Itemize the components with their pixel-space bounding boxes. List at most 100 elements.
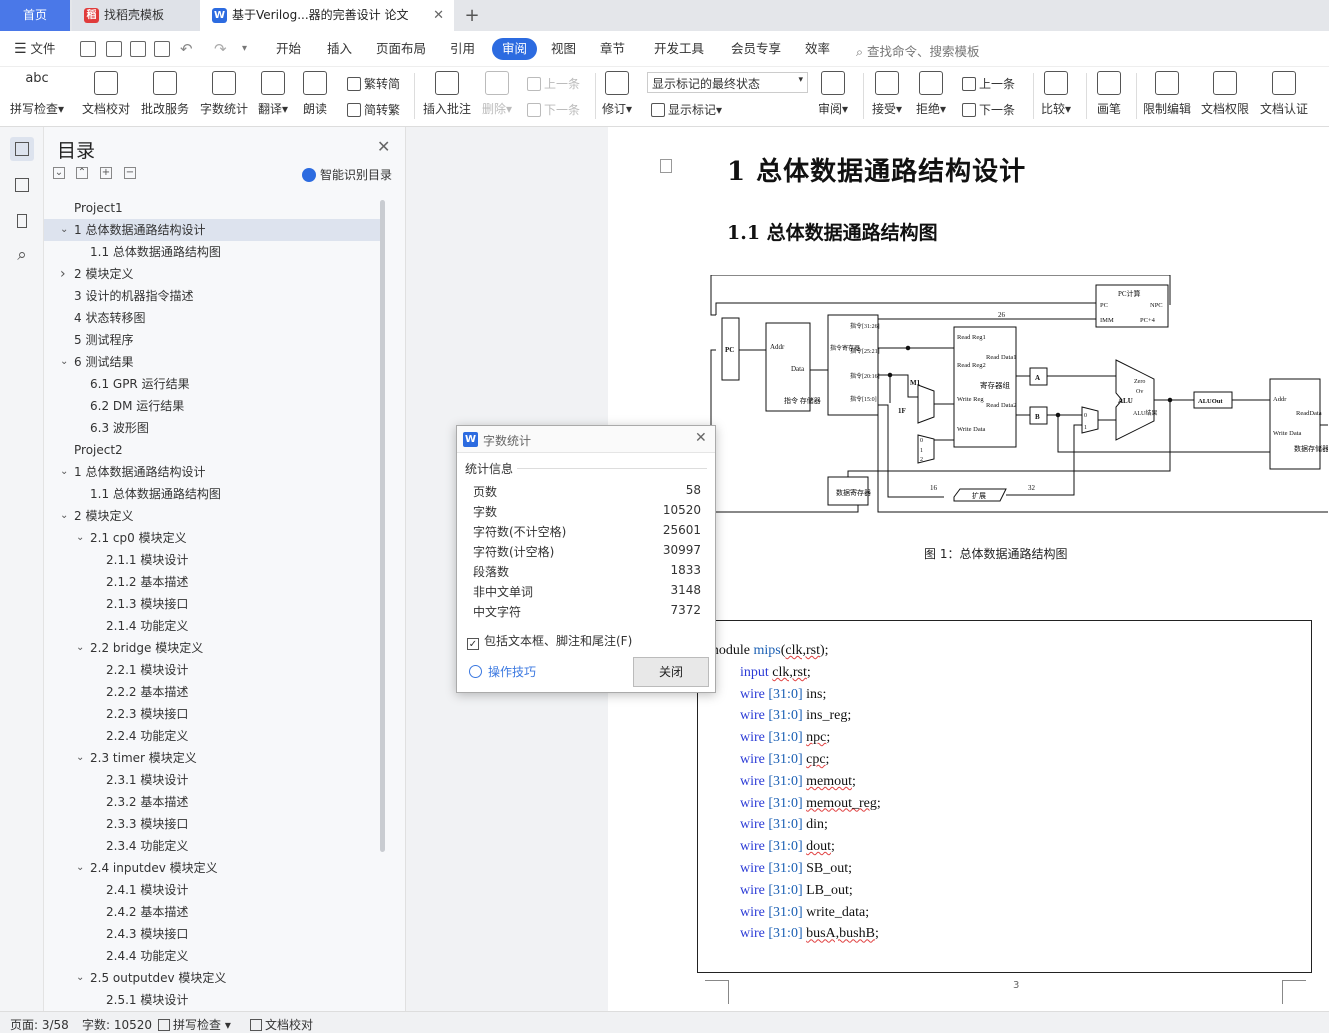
toc-item[interactable]: 2.2.4 功能定义 bbox=[44, 725, 380, 747]
include-textbox-checkbox[interactable]: ✓ 包括文本框、脚注和尾注(F) bbox=[467, 632, 632, 650]
menu-view[interactable]: 视图 bbox=[551, 31, 576, 67]
chevron-down-icon[interactable]: ⌄ bbox=[76, 857, 84, 879]
doc-permission-button[interactable]: 文档权限 bbox=[1201, 71, 1249, 117]
preview-icon[interactable] bbox=[154, 41, 170, 57]
review-pane-button[interactable]: 审阅▾ bbox=[818, 71, 848, 117]
menu-chapter[interactable]: 章节 bbox=[600, 31, 625, 67]
new-tab-button[interactable]: + bbox=[462, 0, 482, 31]
delete-comment-button[interactable]: 删除▾ bbox=[482, 71, 512, 117]
toc-item[interactable]: ⌄ 1 总体数据通路结构设计 bbox=[44, 219, 380, 241]
toc-item[interactable]: ⌄ 2.2 bridge 模块定义 bbox=[44, 637, 380, 659]
next-change-button[interactable]: 下一条 bbox=[962, 101, 1015, 118]
compare-button[interactable]: 比较▾ bbox=[1041, 71, 1071, 117]
toc-scrollbar[interactable] bbox=[380, 200, 385, 852]
doc-cert-button[interactable]: 文档认证 bbox=[1260, 71, 1308, 117]
toc-item[interactable]: 6.3 波形图 bbox=[44, 417, 380, 439]
toc-item[interactable]: 1.1 总体数据通路结构图 bbox=[44, 483, 380, 505]
chevron-down-icon[interactable]: ⌄ bbox=[60, 461, 68, 483]
toc-item[interactable]: 2.3.2 基本描述 bbox=[44, 791, 380, 813]
toc-item[interactable]: 2.1.3 模块接口 bbox=[44, 593, 380, 615]
toc-item[interactable]: 6.1 GPR 运行结果 bbox=[44, 373, 380, 395]
toc-item[interactable]: Project2 bbox=[44, 439, 380, 461]
word-count-button[interactable]: 字数统计 bbox=[200, 71, 248, 117]
next-comment-button[interactable]: 下一条 bbox=[527, 101, 580, 118]
nav-pane-button[interactable] bbox=[10, 173, 34, 197]
remove-item-icon[interactable]: − bbox=[124, 167, 136, 179]
menu-review[interactable]: 审阅 bbox=[492, 38, 538, 60]
chevron-down-icon[interactable]: ⌄ bbox=[76, 637, 84, 659]
toc-item[interactable]: 2.3.1 模块设计 bbox=[44, 769, 380, 791]
toc-item[interactable]: 4 状态转移图 bbox=[44, 307, 380, 329]
trad-to-simp-button[interactable]: 繁转简 bbox=[347, 75, 400, 92]
translate-button[interactable]: 翻译▾ bbox=[258, 71, 288, 117]
close-icon[interactable]: ✕ bbox=[695, 430, 707, 446]
toc-item[interactable]: 2.3.4 功能定义 bbox=[44, 835, 380, 857]
find-button[interactable]: ⌕ bbox=[10, 245, 34, 269]
toc-item[interactable]: 6.2 DM 运行结果 bbox=[44, 395, 380, 417]
toc-item[interactable]: › 2 模块定义 bbox=[44, 263, 380, 285]
menu-insert[interactable]: 插入 bbox=[327, 31, 352, 67]
toc-item[interactable]: 2.1.4 功能定义 bbox=[44, 615, 380, 637]
spellcheck-button[interactable]: abc 拼写检查▾ bbox=[10, 71, 64, 117]
read-aloud-button[interactable]: 朗读 bbox=[303, 71, 327, 117]
chevron-down-icon[interactable]: ⌄ bbox=[60, 351, 68, 373]
toc-item[interactable]: ⌄ 2 模块定义 bbox=[44, 505, 380, 527]
command-search[interactable]: ⌕ 查找命令、搜索模板 bbox=[856, 41, 980, 60]
toc-item[interactable]: ⌄ 6 测试结果 bbox=[44, 351, 380, 373]
chevron-down-icon[interactable]: ⌄ bbox=[76, 527, 84, 549]
menu-references[interactable]: 引用 bbox=[450, 31, 475, 67]
track-changes-button[interactable]: 修订▾ bbox=[602, 71, 632, 117]
close-icon[interactable]: ✕ bbox=[377, 137, 390, 156]
doc-proof-button[interactable]: 文档校对 bbox=[82, 71, 130, 117]
dialog-titlebar[interactable]: W 字数统计 ✕ bbox=[457, 426, 715, 453]
chevron-down-icon[interactable]: ⌄ bbox=[76, 967, 84, 989]
insert-comment-button[interactable]: 插入批注 bbox=[423, 71, 471, 117]
spellcheck-toggle[interactable]: 拼写检查 ▾ bbox=[158, 1016, 231, 1033]
menu-member[interactable]: 会员专享 bbox=[731, 31, 781, 67]
prev-change-button[interactable]: 上一条 bbox=[962, 75, 1015, 92]
smart-toc-button[interactable]: 智能识别目录 bbox=[302, 166, 392, 183]
toc-item[interactable]: 2.2.3 模块接口 bbox=[44, 703, 380, 725]
close-tab-icon[interactable]: ✕ bbox=[433, 0, 444, 31]
toc-item[interactable]: 2.4.3 模块接口 bbox=[44, 923, 380, 945]
collapse-all-icon[interactable]: ⌄ bbox=[53, 167, 65, 179]
tab-home[interactable]: 首页 bbox=[0, 0, 70, 31]
tab-template[interactable]: 稻 找稻壳模板 bbox=[72, 0, 200, 31]
chevron-down-icon[interactable]: ⌄ bbox=[60, 219, 68, 241]
menu-layout[interactable]: 页面布局 bbox=[376, 31, 426, 67]
pen-button[interactable]: 画笔 bbox=[1097, 71, 1121, 117]
bookmark-button[interactable] bbox=[10, 209, 34, 233]
file-menu[interactable]: ☰ 文件 bbox=[14, 31, 56, 67]
toc-item[interactable]: 2.5.1 模块设计 bbox=[44, 989, 380, 1009]
accept-button[interactable]: 接受▾ bbox=[872, 71, 902, 117]
toc-item[interactable]: ⌄ 2.5 outputdev 模块定义 bbox=[44, 967, 380, 989]
prev-comment-button[interactable]: 上一条 bbox=[527, 75, 580, 92]
toc-item[interactable]: ⌄ 2.3 timer 模块定义 bbox=[44, 747, 380, 769]
undo-icon[interactable]: ↶ bbox=[180, 31, 193, 67]
toc-item[interactable]: 2.1.1 模块设计 bbox=[44, 549, 380, 571]
export-icon[interactable] bbox=[106, 41, 122, 57]
revise-service-button[interactable]: 批改服务 bbox=[141, 71, 189, 117]
close-button[interactable]: 关闭 bbox=[633, 657, 709, 687]
toc-item[interactable]: ⌄ 2.1 cp0 模块定义 bbox=[44, 527, 380, 549]
toc-item[interactable]: 2.3.3 模块接口 bbox=[44, 813, 380, 835]
add-item-icon[interactable]: + bbox=[100, 167, 112, 179]
menu-home[interactable]: 开始 bbox=[276, 31, 301, 67]
toc-toggle[interactable] bbox=[10, 137, 34, 161]
toc-item[interactable]: 3 设计的机器指令描述 bbox=[44, 285, 380, 307]
toc-item[interactable]: 1.1 总体数据通路结构图 bbox=[44, 241, 380, 263]
customize-icon[interactable]: ▾ bbox=[242, 31, 247, 67]
toc-item[interactable]: 2.4.2 基本描述 bbox=[44, 901, 380, 923]
toc-item[interactable]: Project1 bbox=[44, 197, 380, 219]
chevron-down-icon[interactable]: ⌄ bbox=[76, 747, 84, 769]
reject-button[interactable]: 拒绝▾ bbox=[916, 71, 946, 117]
chevron-down-icon[interactable]: ⌄ bbox=[60, 505, 68, 527]
toc-item[interactable]: 2.2.2 基本描述 bbox=[44, 681, 380, 703]
toc-item[interactable]: 2.4.1 模块设计 bbox=[44, 879, 380, 901]
print-icon[interactable] bbox=[130, 41, 146, 57]
tab-document[interactable]: W 基于Verilog...器的完善设计 论文 ✕ bbox=[200, 0, 454, 31]
toc-item[interactable]: 2.1.2 基本描述 bbox=[44, 571, 380, 593]
toc-item[interactable]: ⌄ 1 总体数据通路结构设计 bbox=[44, 461, 380, 483]
toc-item[interactable]: 2.2.1 模块设计 bbox=[44, 659, 380, 681]
redo-icon[interactable]: ↷ bbox=[214, 31, 227, 67]
